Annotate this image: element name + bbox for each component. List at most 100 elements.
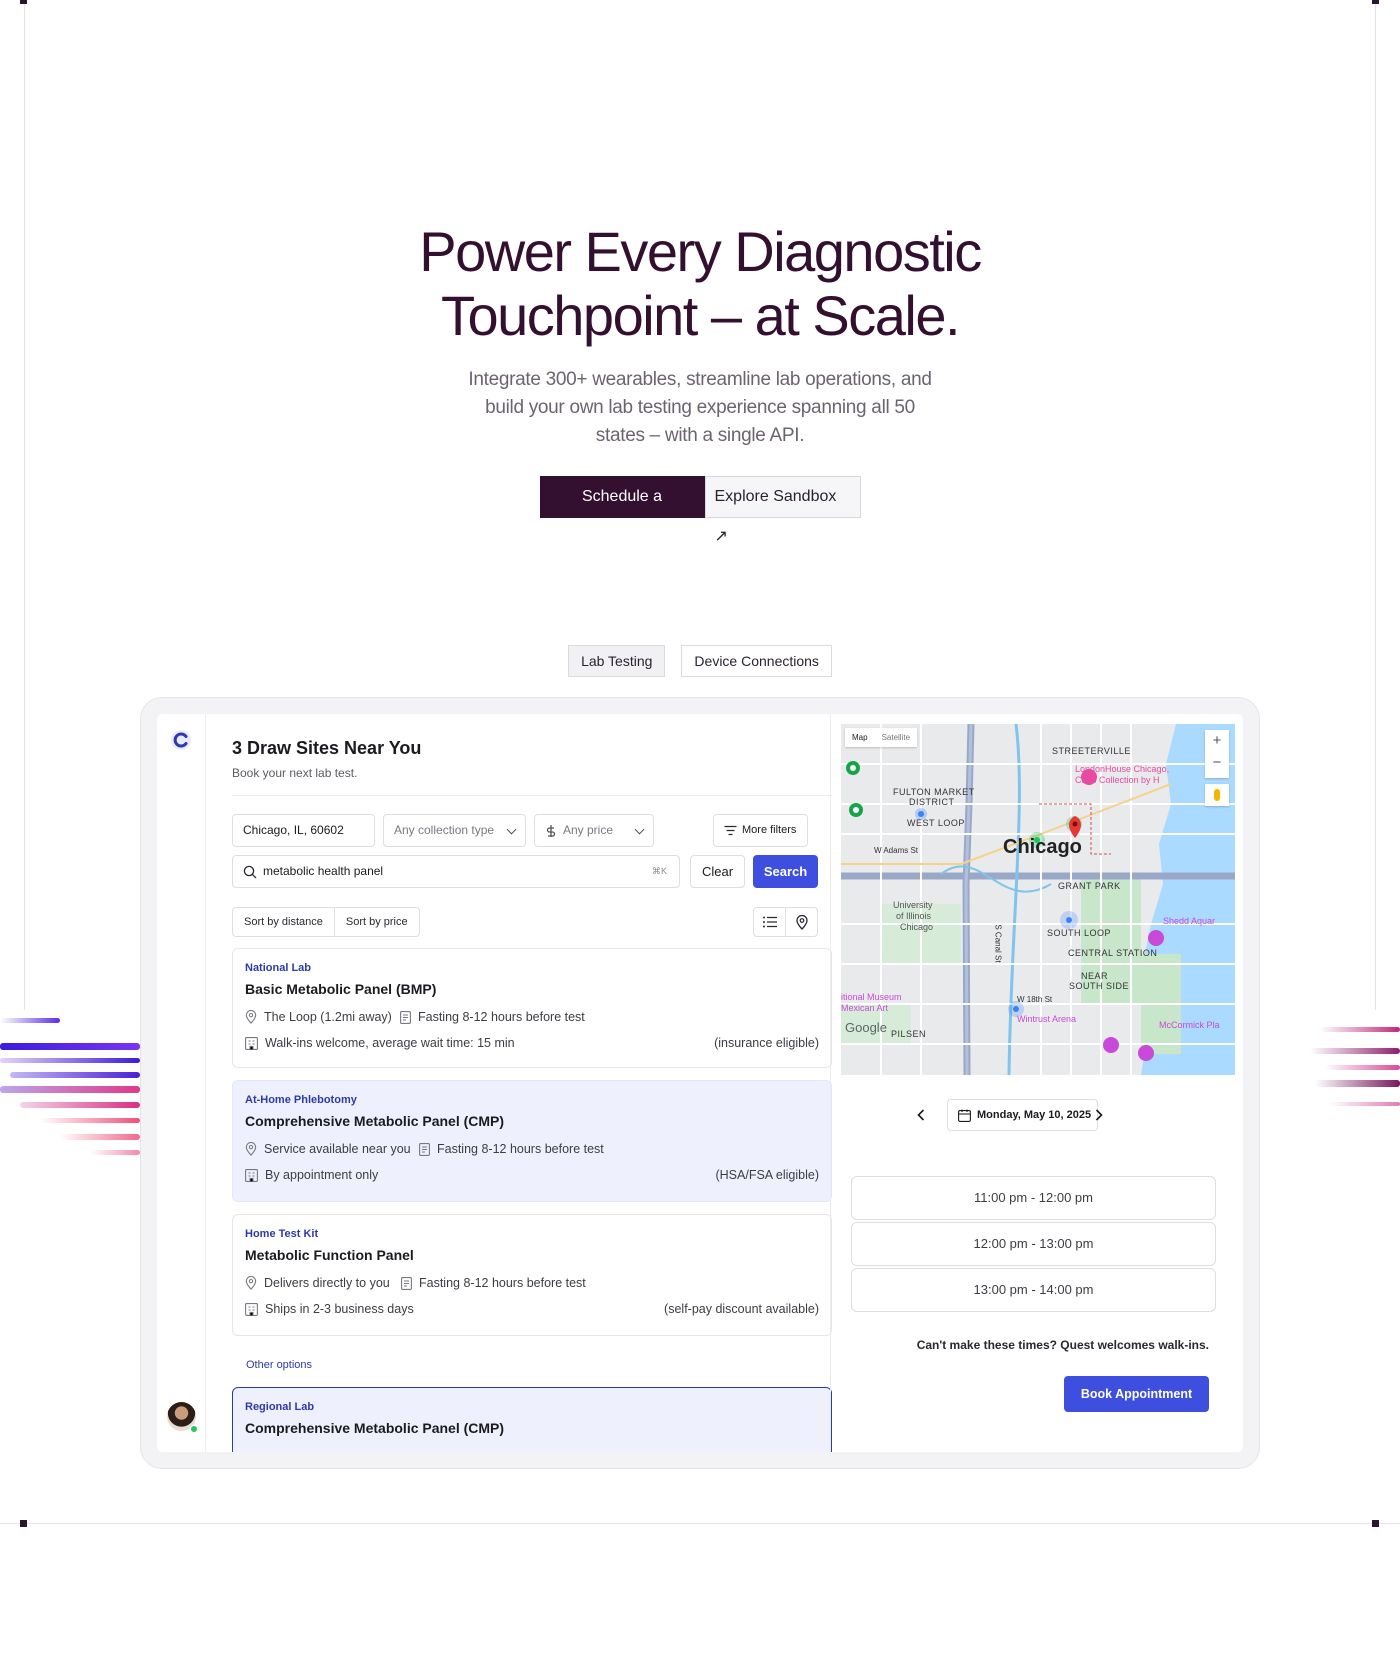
list-view-button[interactable]: [754, 908, 785, 936]
search-icon: [243, 865, 257, 879]
dollar-icon: [546, 825, 556, 837]
map-label: University: [893, 900, 933, 910]
result-availability: By appointment only: [245, 1168, 378, 1182]
result-kind: Regional Lab: [245, 1401, 315, 1413]
street-view-icon[interactable]: [1205, 784, 1229, 806]
map-label: Shedd Aquar: [1163, 916, 1216, 926]
map-view-button[interactable]: [785, 908, 817, 936]
map-type-toggle: Map Satellite: [845, 728, 918, 747]
frame-line-bottom: [0, 1523, 1400, 1524]
collection-type-value: Any collection type: [394, 823, 495, 837]
sort-by-price-button[interactable]: Sort by price: [333, 908, 419, 936]
hero-section: Power Every Diagnostic Touchpoint – at S…: [0, 220, 1400, 547]
result-prep-text: Fasting 8-12 hours before test: [437, 1142, 604, 1156]
time-slot[interactable]: 12:00 pm - 13:00 pm: [851, 1222, 1216, 1266]
hero-description: Integrate 300+ wearables, streamline lab…: [468, 369, 932, 446]
filter-icon: [724, 825, 737, 836]
search-input[interactable]: metabolic health panel ⌘K: [232, 855, 680, 888]
location-input[interactable]: Chicago, IL, 60602: [232, 814, 375, 847]
map-label: W Adams St: [874, 846, 919, 855]
chevron-right-icon[interactable]: [1095, 1109, 1103, 1121]
result-location-text: Delivers directly to you: [264, 1276, 390, 1290]
result-card[interactable]: National Lab Basic Metabolic Panel (BMP)…: [232, 948, 832, 1068]
corner-marker: [20, 1520, 27, 1527]
result-availability: Walk-ins welcome, average wait time: 15 …: [245, 1036, 515, 1050]
app-logo-icon[interactable]: [169, 728, 193, 752]
zoom-controls: + −: [1205, 730, 1229, 778]
map-label: PILSEN: [891, 1029, 927, 1039]
document-icon: [400, 1010, 411, 1024]
result-prep-text: Fasting 8-12 hours before test: [418, 1010, 585, 1024]
date-picker[interactable]: Monday, May 10, 2025: [947, 1099, 1098, 1131]
map-type-satellite[interactable]: Satellite: [875, 728, 917, 747]
page-title: 3 Draw Sites Near You: [232, 738, 422, 758]
map-label: DISTRICT: [909, 797, 955, 807]
chevron-left-icon[interactable]: [917, 1109, 925, 1121]
zoom-in-icon[interactable]: +: [1205, 730, 1229, 752]
result-card[interactable]: Regional Lab Comprehensive Metabolic Pan…: [232, 1387, 832, 1452]
result-location: The Loop (1.2mi away): [245, 1010, 392, 1024]
map-label: Chicago: [900, 922, 934, 932]
map-type-map[interactable]: Map: [845, 728, 875, 747]
building-icon: [245, 1036, 258, 1050]
result-kind: Home Test Kit: [245, 1228, 319, 1240]
result-prep: Fasting 8-12 hours before test: [401, 1276, 586, 1290]
tab-device-connections[interactable]: Device Connections: [681, 645, 832, 677]
result-availability-text: Walk-ins welcome, average wait time: 15 …: [265, 1036, 515, 1050]
sort-toggle: Sort by distance Sort by price: [232, 907, 420, 937]
map-label: WEST LOOP: [907, 818, 965, 828]
time-slot[interactable]: 11:00 pm - 12:00 pm: [851, 1176, 1216, 1220]
other-options-label[interactable]: Other options: [246, 1359, 312, 1371]
search-input-value: metabolic health panel: [263, 864, 384, 878]
header-divider: [232, 795, 832, 796]
map-label: NEAR: [1081, 971, 1109, 981]
result-coverage: (self-pay discount available): [664, 1302, 819, 1316]
hero-title-line1: Power Every Diagnostic: [419, 220, 982, 283]
schedule-demo-button[interactable]: Schedule a Demo: [539, 476, 705, 547]
map-label: itional Museum: [841, 992, 902, 1002]
app-sidebar: [157, 714, 206, 1452]
map-view[interactable]: Map Satellite + − Chicago STREETERVILLE …: [841, 724, 1235, 1075]
location-pin-icon: [245, 1142, 257, 1156]
map-label: FULTON MARKET: [893, 787, 975, 797]
chevron-down-icon: [506, 824, 517, 835]
view-toggle: [753, 907, 818, 937]
map-label: Curio Collection by H: [1075, 775, 1160, 785]
more-filters-button[interactable]: More filters: [713, 814, 808, 847]
booking-panel: Map Satellite + − Chicago STREETERVILLE …: [830, 714, 1243, 1452]
result-availability: Ships in 2-3 business days: [245, 1302, 414, 1316]
map-label: of Illinois: [896, 911, 932, 921]
result-availability-text: By appointment only: [265, 1168, 379, 1182]
keyboard-shortcut: ⌘K: [651, 866, 667, 876]
result-location-text: Service available near you: [264, 1142, 411, 1156]
search-panel: 3 Draw Sites Near You Book your next lab…: [232, 714, 832, 1452]
corner-marker: [20, 0, 27, 4]
online-status-dot: [190, 1425, 198, 1433]
result-prep: Fasting 8-12 hours before test: [419, 1142, 604, 1156]
map-label: STREETERVILLE: [1052, 746, 1131, 756]
zoom-out-icon[interactable]: −: [1205, 752, 1229, 774]
calendar-icon: [958, 1109, 971, 1122]
map-label: Mexican Art: [841, 1003, 889, 1013]
collection-type-select[interactable]: Any collection type: [383, 814, 526, 847]
map-label: LondonHouse Chicago,: [1075, 764, 1170, 774]
result-kind: National Lab: [245, 962, 312, 974]
result-name: Comprehensive Metabolic Panel (CMP): [245, 1113, 505, 1129]
hero-buttons: Schedule a Demo Explore Sandbox ↗: [0, 476, 1400, 547]
book-appointment-button[interactable]: Book Appointment: [1064, 1376, 1209, 1412]
search-button[interactable]: Search: [753, 855, 818, 888]
app-preview-frame: 3 Draw Sites Near You Book your next lab…: [140, 697, 1260, 1469]
clear-button[interactable]: Clear: [690, 855, 745, 888]
document-icon: [401, 1276, 412, 1290]
price-select[interactable]: Any price: [534, 814, 654, 847]
chevron-down-icon: [634, 824, 645, 835]
result-card-selected[interactable]: At-Home Phlebotomy Comprehensive Metabol…: [232, 1080, 832, 1202]
app-screen: 3 Draw Sites Near You Book your next lab…: [157, 714, 1243, 1452]
sort-by-distance-button[interactable]: Sort by distance: [233, 908, 334, 936]
time-slot[interactable]: 13:00 pm - 14:00 pm: [851, 1268, 1216, 1312]
result-card[interactable]: Home Test Kit Metabolic Function Panel D…: [232, 1214, 832, 1336]
selected-date: Monday, May 10, 2025: [977, 1109, 1092, 1121]
page-subtitle: Book your next lab test.: [232, 766, 358, 780]
explore-sandbox-button[interactable]: Explore Sandbox ↗: [704, 476, 861, 545]
tab-lab-testing[interactable]: Lab Testing: [568, 645, 666, 677]
